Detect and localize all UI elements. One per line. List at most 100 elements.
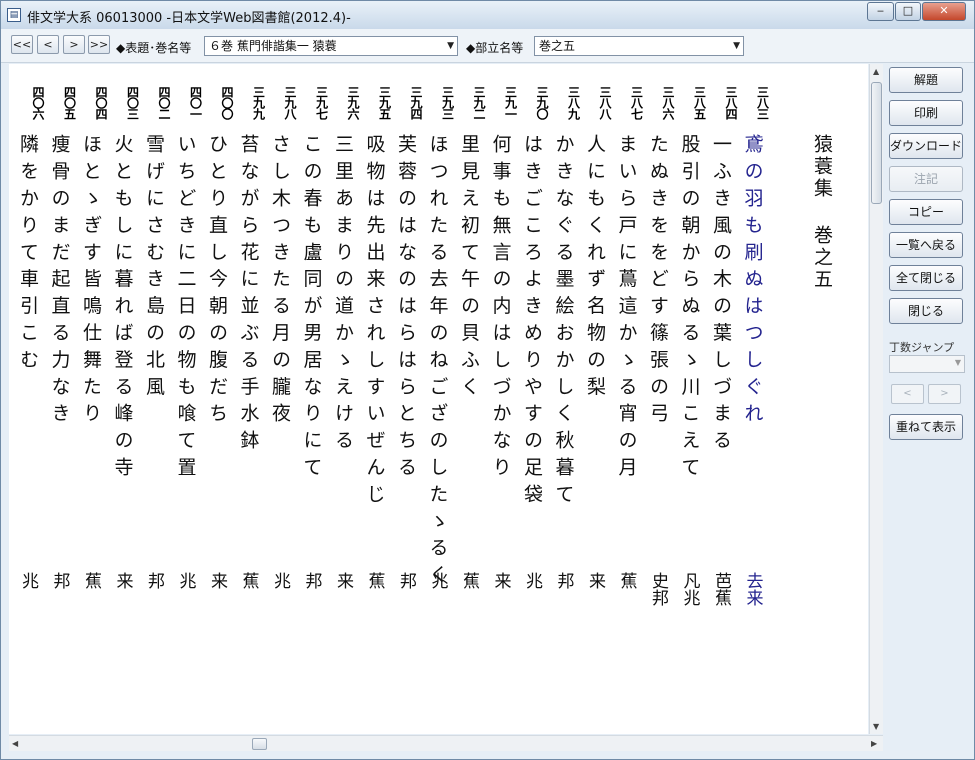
- verse-column: 三九一 何事も無言の内はしづかなり来: [486, 64, 518, 734]
- verse-number: 三九四: [409, 86, 423, 119]
- verse-text: かきなぐる墨絵おかしく秋暮て: [552, 134, 575, 511]
- verse-poet: 邦: [553, 572, 574, 589]
- verse-number: 四〇四: [94, 86, 108, 119]
- verse-poet: 来: [585, 572, 605, 589]
- verse-poet: 凡兆: [679, 572, 700, 606]
- verse-poet: 邦: [49, 572, 70, 589]
- verse-column: 三九二 里見え初て午の貝ふく蕉: [454, 64, 486, 734]
- verse-column: 四〇六 隣をかりて車引こむ兆: [13, 64, 45, 734]
- prev-page-button[interactable]: <: [37, 35, 59, 54]
- verse-column: 三九〇 はきごころよきめりやすの足袋兆: [517, 64, 549, 734]
- verse-text: 痩骨のまだ起直る力なき: [48, 134, 71, 430]
- verse-text: 鳶の羽も刷ぬはつしぐれ: [741, 134, 764, 430]
- verse-poet: 来: [207, 572, 227, 589]
- verse-column: 三九四芙蓉のはなのはらはらとちる邦: [391, 64, 423, 734]
- verse-number: 三九七: [314, 86, 329, 119]
- scroll-right-icon[interactable]: ▶: [871, 739, 877, 748]
- verse-poet: 来: [112, 572, 133, 589]
- verse-column: 四〇五 痩骨のまだ起直る力なき邦: [45, 64, 77, 734]
- verse-poet: 兆: [175, 572, 196, 589]
- close-button[interactable]: 閉じる: [889, 298, 963, 324]
- verse-text: 吸物は先出来されしすいぜんじ: [363, 134, 386, 511]
- scroll-down-icon[interactable]: ▼: [873, 722, 879, 731]
- print-button[interactable]: 印刷: [889, 100, 963, 126]
- verse-number: 四〇一: [188, 86, 203, 119]
- title-select-value: ６巻 蕉門俳諧集一 猿蓑: [209, 39, 337, 53]
- scroll-left-icon[interactable]: ◀: [12, 739, 18, 748]
- verse-poet: 兆: [522, 572, 542, 589]
- copy-button[interactable]: コピー: [889, 199, 963, 225]
- maximize-button[interactable]: □: [895, 2, 921, 21]
- vertical-scroll-thumb[interactable]: [871, 82, 882, 204]
- verse-poet: 芭蕉: [711, 572, 731, 606]
- section-select-value: 巻之五: [539, 39, 576, 53]
- section-select-label: ◆部立名等: [466, 41, 524, 55]
- verse-number: 四〇三: [125, 86, 140, 119]
- verse-text: 雪げにさむき島の北風: [143, 134, 165, 403]
- verse-column: 三八七 まいら戸に蔦這かゝる宵の月蕉: [612, 64, 644, 734]
- verse-text: 里見え初て午の貝ふく: [458, 134, 480, 403]
- verse-poet: 邦: [396, 572, 416, 589]
- verse-column: 三九六 三里あまりの道かゝえける来: [328, 64, 360, 734]
- kaidai-button[interactable]: 解題: [889, 67, 963, 93]
- verse-column: 三九八 さし木つきたる月の朧夜兆: [265, 64, 297, 734]
- verse-column: 三八八 人にもくれず名物の梨来: [580, 64, 612, 734]
- close-window-button[interactable]: ✕: [922, 2, 966, 21]
- document-view[interactable]: 猿蓑集 巻之五 四〇六 隣をかりて車引こむ兆四〇五 痩骨のまだ起直る力なき邦四〇四ほ…: [9, 64, 868, 734]
- verse-text: 火ともしに暮れば登る峰の寺: [111, 134, 134, 484]
- minimize-button[interactable]: ‒: [867, 2, 894, 21]
- chevron-down-icon: ▼: [954, 358, 961, 367]
- chevron-down-icon: ▼: [447, 41, 454, 51]
- verse-poet: 蕉: [616, 572, 637, 589]
- jump-prev-button[interactable]: <: [891, 384, 924, 404]
- verse-text: ひとり直し今朝の腹だち: [206, 134, 228, 430]
- verse-number: 三九六: [346, 86, 360, 119]
- download-button[interactable]: ダウンロード: [889, 133, 963, 159]
- first-page-button[interactable]: <<: [11, 35, 33, 54]
- notes-button[interactable]: 注記: [889, 166, 963, 192]
- verse-text: この春も盧同が男居なりにて: [300, 134, 323, 484]
- verse-column: 四〇三火ともしに暮れば登る峰の寺来: [108, 64, 140, 734]
- horizontal-scroll-thumb[interactable]: [252, 738, 267, 750]
- overlay-display-button[interactable]: 重ねて表示: [889, 414, 963, 440]
- close-all-button[interactable]: 全て閉じる: [889, 265, 963, 291]
- page-jump-select[interactable]: ▼: [889, 355, 965, 373]
- next-page-button[interactable]: >: [63, 35, 85, 54]
- section-select[interactable]: 巻之五 ▼: [534, 36, 744, 56]
- verse-poet: 去来: [742, 572, 763, 606]
- horizontal-scrollbar[interactable]: ◀ ▶: [9, 735, 883, 751]
- verse-poet: 蕉: [364, 572, 385, 589]
- verse-column: 三八三鳶の羽も刷ぬはつしぐれ去来: [738, 64, 770, 734]
- verse-number: 三八三: [755, 86, 770, 119]
- verse-poet: 来: [490, 572, 511, 589]
- vertical-scrollbar[interactable]: ▲ ▼: [869, 64, 883, 734]
- verse-column: 三八四一ふき風の木の葉しづまる芭蕉: [706, 64, 738, 734]
- verse-number: 三九五: [377, 86, 392, 119]
- title-select[interactable]: ６巻 蕉門俳諧集一 猿蓑 ▼: [204, 36, 458, 56]
- verse-column: 四〇〇ひとり直し今朝の腹だち来: [202, 64, 234, 734]
- verse-text: 人にもくれず名物の梨: [584, 134, 606, 403]
- verse-text: 三里あまりの道かゝえける: [332, 134, 354, 457]
- verse-poet: 兆: [18, 572, 38, 589]
- verse-number: 三八五: [692, 86, 707, 119]
- title-bar[interactable]: ▤ 俳文学大系 06013000 -日本文学Web図書館(2012.4)- ‒ …: [1, 1, 974, 29]
- verse-column: 三八九 かきなぐる墨絵おかしく秋暮て邦: [549, 64, 581, 734]
- jump-next-button[interactable]: >: [928, 384, 961, 404]
- verse-column: 三八六 たぬきををどす篠張の弓 史邦: [643, 64, 675, 734]
- verse-poet: 邦: [144, 572, 164, 589]
- scroll-up-icon[interactable]: ▲: [873, 67, 879, 76]
- verse-number: 四〇二: [157, 86, 171, 119]
- verse-text: 隣をかりて車引こむ: [17, 134, 39, 377]
- verse-number: 四〇〇: [220, 86, 234, 119]
- verse-column: 三九三 ほつれたる去年のねござのしたゝるく兆: [423, 64, 455, 734]
- verse-text: 何事も無言の内はしづかなり: [489, 134, 512, 484]
- verse-poet: 兆: [427, 572, 448, 589]
- verse-text: 芙蓉のはなのはらはらとちる: [395, 134, 417, 484]
- verse-number: 三八四: [724, 86, 738, 119]
- verse-text: 一ふき風の木の葉しづまる: [710, 134, 732, 457]
- verse-poet: 史邦: [648, 572, 668, 606]
- verse-column: 四〇四 ほとゝぎす皆鳴仕舞たり蕉: [76, 64, 108, 734]
- back-to-list-button[interactable]: 一覧へ戻る: [889, 232, 963, 258]
- verse-text: いちどきに二日の物も喰て置: [174, 134, 197, 484]
- last-page-button[interactable]: >>: [88, 35, 110, 54]
